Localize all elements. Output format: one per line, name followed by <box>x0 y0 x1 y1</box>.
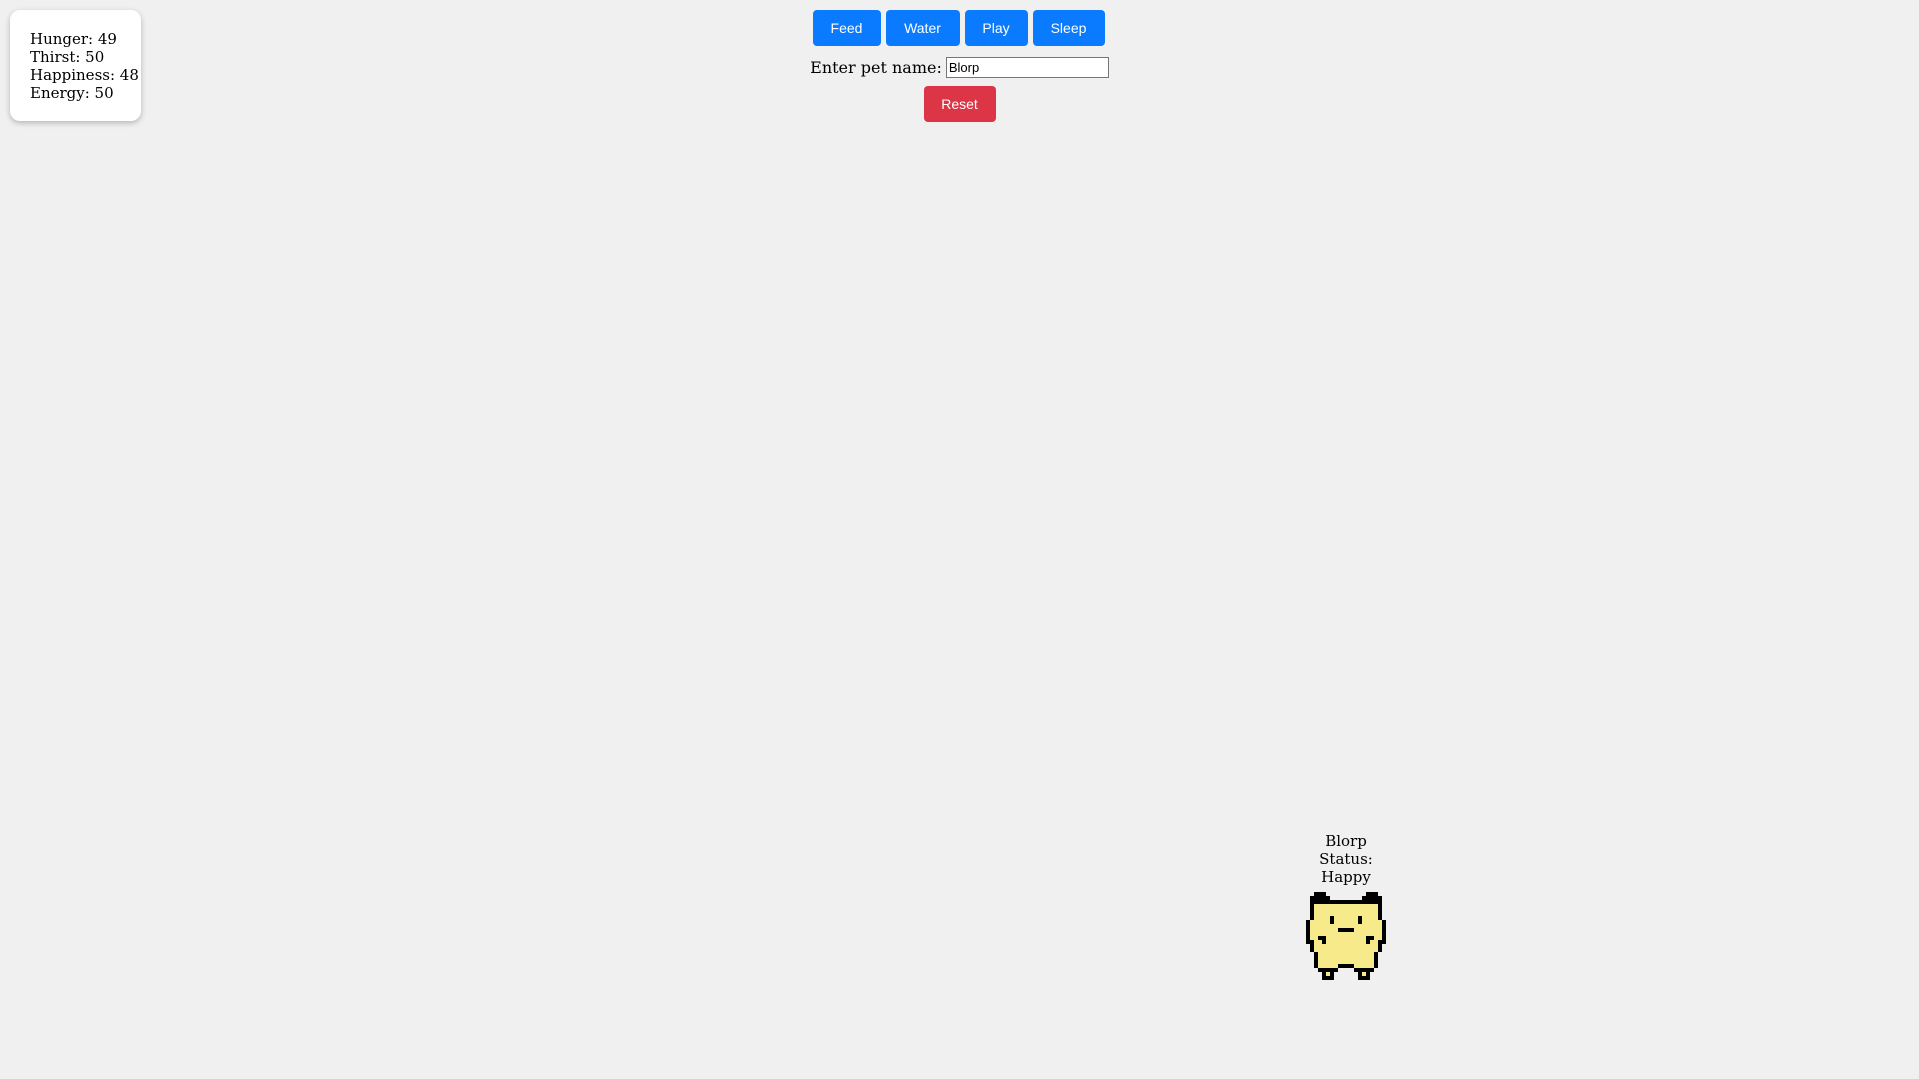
pet-name: Blorp <box>1325 832 1367 850</box>
play-button[interactable]: Play <box>964 10 1028 46</box>
feed-button[interactable]: Feed <box>812 10 881 46</box>
water-button[interactable]: Water <box>885 10 960 46</box>
pet: Blorp Status: Happy <box>1296 832 1396 980</box>
action-buttons: Feed Water Play Sleep <box>0 10 1919 46</box>
sleep-button[interactable]: Sleep <box>1032 10 1105 46</box>
pet-name-form: Enter pet name: <box>0 56 1919 78</box>
controls: Feed Water Play Sleep Enter pet name: Re… <box>0 10 1919 122</box>
pet-name-label: Enter pet name: <box>810 57 942 77</box>
pet-status: Status: Happy <box>1319 850 1373 886</box>
pet-name-input[interactable] <box>945 56 1109 78</box>
pet-sprite-icon <box>1306 892 1386 980</box>
reset-row: Reset <box>0 86 1919 122</box>
reset-button[interactable]: Reset <box>923 86 996 122</box>
